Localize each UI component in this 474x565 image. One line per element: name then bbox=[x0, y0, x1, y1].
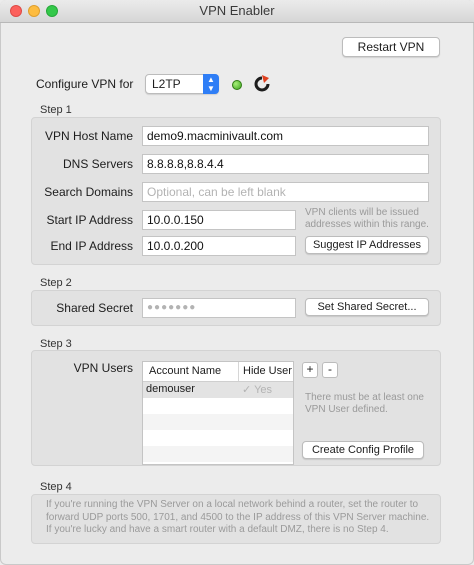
step4-line3: If you're lucky and have a smart router … bbox=[46, 524, 389, 535]
table-row-empty bbox=[143, 430, 293, 446]
users-hint: There must be at least one VPN User defi… bbox=[305, 392, 424, 416]
configure-vpn-label: Configure VPN for bbox=[36, 77, 134, 91]
table-row-empty bbox=[143, 446, 293, 462]
end-ip-field[interactable] bbox=[142, 236, 296, 256]
step3-title: Step 3 bbox=[40, 338, 72, 350]
account-name-cell: demouser bbox=[146, 383, 195, 395]
checkmark-icon: ✓ bbox=[242, 384, 252, 396]
step4-line2: forward UDP ports 500, 1701, and 4500 to… bbox=[46, 511, 430, 523]
table-header: Account Name Hide User bbox=[143, 362, 293, 382]
title-bar: VPN Enabler bbox=[0, 0, 474, 23]
suggest-ip-button[interactable]: Suggest IP Addresses bbox=[305, 236, 429, 254]
column-account-name[interactable]: Account Name bbox=[149, 365, 221, 377]
column-divider bbox=[238, 362, 239, 381]
step4-instructions: If you're running the VPN Server on a lo… bbox=[46, 499, 436, 537]
start-ip-field[interactable] bbox=[142, 210, 296, 230]
step2-title: Step 2 bbox=[40, 277, 72, 289]
search-domains-field[interactable] bbox=[142, 182, 429, 202]
vpn-users-table[interactable]: Account Name Hide User demouser ✓ Yes bbox=[142, 361, 294, 465]
ip-range-hint: VPN clients will be issued addresses wit… bbox=[305, 207, 429, 231]
end-ip-label: End IP Address bbox=[50, 239, 134, 253]
ip-range-hint-line1: VPN clients will be issued bbox=[305, 207, 419, 218]
dns-label: DNS Servers bbox=[62, 157, 133, 171]
table-row[interactable]: demouser ✓ Yes bbox=[143, 382, 293, 398]
window-title: VPN Enabler bbox=[199, 3, 275, 18]
refresh-icon[interactable] bbox=[252, 74, 272, 94]
step4-line1: If you're running the VPN Server on a lo… bbox=[46, 499, 419, 510]
create-config-profile-button[interactable]: Create Config Profile bbox=[302, 441, 424, 459]
table-row-empty bbox=[143, 414, 293, 430]
host-name-field[interactable] bbox=[142, 126, 429, 146]
hide-user-checkbox[interactable]: ✓ Yes bbox=[242, 383, 272, 396]
protocol-value: L2TP bbox=[152, 77, 181, 91]
hide-user-value: Yes bbox=[254, 384, 273, 396]
set-shared-secret-button[interactable]: Set Shared Secret... bbox=[305, 298, 429, 316]
host-label: VPN Host Name bbox=[44, 129, 133, 143]
column-hide-user[interactable]: Hide User bbox=[243, 365, 292, 377]
protocol-select[interactable]: L2TP ▲ ▼ bbox=[145, 74, 219, 94]
vpn-users-label: VPN Users bbox=[73, 361, 133, 375]
dns-servers-field[interactable] bbox=[142, 154, 429, 174]
restart-vpn-button[interactable]: Restart VPN bbox=[342, 37, 440, 57]
shared-secret-field[interactable]: ●●●●●●● bbox=[142, 298, 296, 318]
ip-range-hint-line2: addresses within this range. bbox=[305, 219, 429, 230]
add-user-button[interactable]: + bbox=[302, 362, 318, 378]
status-running-icon bbox=[232, 80, 242, 90]
step4-title: Step 4 bbox=[40, 481, 72, 493]
search-domains-label: Search Domains bbox=[44, 185, 133, 199]
users-hint-line2: VPN User defined. bbox=[305, 404, 388, 415]
chevron-updown-icon: ▲ ▼ bbox=[203, 74, 219, 94]
shared-secret-label: Shared Secret bbox=[56, 301, 133, 315]
step1-title: Step 1 bbox=[40, 104, 72, 116]
users-hint-line1: There must be at least one bbox=[305, 392, 424, 403]
table-row-empty bbox=[143, 398, 293, 414]
remove-user-button[interactable]: - bbox=[322, 362, 338, 378]
start-ip-label: Start IP Address bbox=[46, 213, 134, 227]
vpn-enabler-window: VPN Enabler Restart VPN Configure VPN fo… bbox=[0, 0, 474, 565]
